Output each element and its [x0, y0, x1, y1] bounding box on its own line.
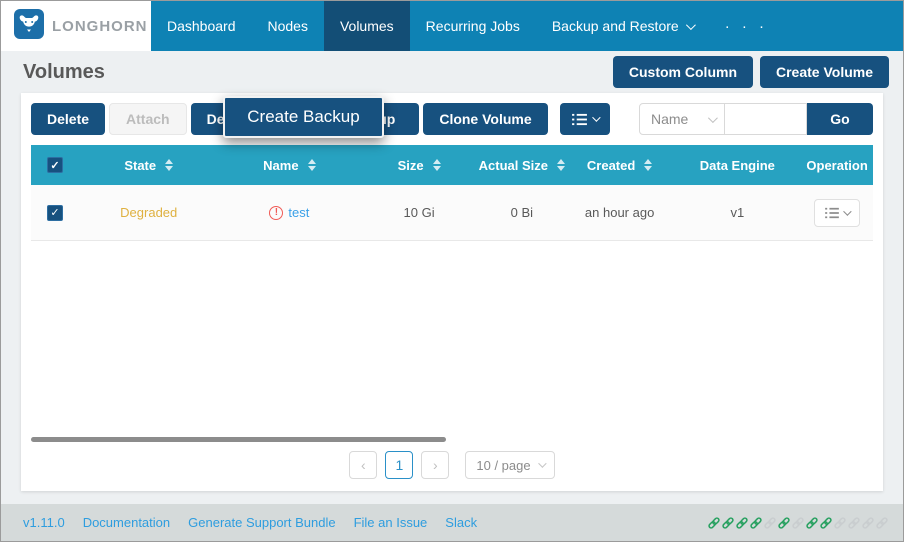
sort-icon[interactable] [557, 159, 565, 171]
page-size-select[interactable]: 10 / page [465, 451, 554, 479]
volume-actual-size: 0 Bi [478, 205, 566, 220]
volume-toolbar: Delete Attach Detach Create Backup Clone… [21, 93, 883, 145]
page-1-button[interactable]: 1 [385, 451, 413, 479]
nav-menu: Dashboard Nodes Volumes Recurring Jobs B… [151, 1, 784, 51]
chain-link-icon [791, 516, 805, 530]
row-checkbox[interactable]: ✓ [47, 205, 63, 221]
sort-icon[interactable] [644, 159, 652, 171]
footer: v1.11.0 Documentation Generate Support B… [1, 504, 903, 541]
volumes-table: ✓ State Name Size Actual Size [31, 145, 873, 241]
nav-item-nodes[interactable]: Nodes [252, 1, 324, 51]
clone-volume-button[interactable]: Clone Volume [423, 103, 547, 135]
chain-link-icon [847, 516, 861, 530]
search-group: Name Go [639, 103, 873, 135]
row-operation-dropdown[interactable] [814, 199, 860, 227]
nav-item-recurring-jobs[interactable]: Recurring Jobs [410, 1, 536, 51]
generate-support-bundle-link[interactable]: Generate Support Bundle [188, 515, 335, 530]
column-header-state[interactable]: State [79, 158, 219, 173]
table-row: ✓ Degraded ! test 10 Gi 0 Bi an hour ago… [31, 185, 873, 241]
warning-icon: ! [269, 206, 283, 220]
unordered-list-icon [572, 113, 587, 126]
volume-name-link[interactable]: test [288, 205, 309, 220]
column-header-operation: Operation [801, 158, 873, 173]
chain-link-icon [805, 516, 819, 530]
search-input[interactable] [725, 103, 807, 135]
volume-size: 10 Gi [360, 205, 478, 220]
search-go-button[interactable]: Go [807, 103, 873, 135]
sort-icon[interactable] [165, 159, 173, 171]
volumes-card: Delete Attach Detach Create Backup Clone… [21, 93, 883, 491]
search-field-select[interactable]: Name [639, 103, 725, 135]
column-header-actual-size[interactable]: Actual Size [478, 158, 566, 173]
more-actions-dropdown[interactable] [560, 103, 610, 135]
chevron-down-icon [708, 113, 718, 123]
chevron-down-icon [592, 113, 600, 121]
chain-link-icon [833, 516, 847, 530]
chain-link-icon [777, 516, 791, 530]
custom-column-button[interactable]: Custom Column [613, 56, 753, 88]
chain-link-icon [861, 516, 875, 530]
column-header-name[interactable]: Name [219, 158, 361, 173]
longhorn-app-window: LONGHORN Dashboard Nodes Volumes Recurri… [0, 0, 904, 542]
volume-created: an hour ago [566, 205, 674, 220]
delete-button[interactable]: Delete [31, 103, 105, 135]
sort-icon[interactable] [308, 159, 316, 171]
chain-link-icon [721, 516, 735, 530]
volume-state: Degraded [79, 205, 219, 220]
slack-link[interactable]: Slack [445, 515, 477, 530]
column-header-data-engine: Data Engine [673, 158, 801, 173]
longhorn-bull-icon [14, 9, 44, 44]
chain-link-icon [763, 516, 777, 530]
create-volume-button[interactable]: Create Volume [760, 56, 889, 88]
table-header-row: ✓ State Name Size Actual Size [31, 145, 873, 185]
next-page-button[interactable]: › [421, 451, 449, 479]
nav-item-volumes[interactable]: Volumes [324, 1, 410, 51]
documentation-link[interactable]: Documentation [83, 515, 170, 530]
chain-link-icon [819, 516, 833, 530]
chevron-down-icon [538, 459, 546, 467]
file-an-issue-link[interactable]: File an Issue [354, 515, 428, 530]
version-link[interactable]: v1.11.0 [23, 515, 65, 530]
select-all-checkbox[interactable]: ✓ [47, 157, 63, 173]
chevron-down-icon [843, 207, 851, 215]
horizontal-scrollbar[interactable] [31, 437, 446, 442]
chevron-down-icon [686, 20, 696, 30]
nav-item-more[interactable]: · · · [709, 1, 784, 51]
longhorn-logo[interactable]: LONGHORN [1, 1, 151, 51]
volume-data-engine: v1 [673, 205, 801, 220]
page-title: Volumes [23, 61, 613, 84]
column-header-created[interactable]: Created [566, 158, 674, 173]
pagination: ‹ 1 › 10 / page [21, 451, 883, 479]
chain-link-icon [707, 516, 721, 530]
brand-name: LONGHORN [52, 18, 148, 35]
top-navbar: LONGHORN Dashboard Nodes Volumes Recurri… [1, 1, 903, 51]
attach-button[interactable]: Attach [109, 103, 187, 135]
instance-links [707, 516, 889, 530]
create-backup-click-overlay[interactable]: Create Backup [223, 96, 384, 138]
chain-link-icon [875, 516, 889, 530]
page-header: Volumes Custom Column Create Volume [1, 51, 903, 93]
chain-link-icon [735, 516, 749, 530]
nav-item-dashboard[interactable]: Dashboard [151, 1, 252, 51]
nav-item-backup-and-restore[interactable]: Backup and Restore [536, 1, 709, 51]
prev-page-button[interactable]: ‹ [349, 451, 377, 479]
chain-link-icon [749, 516, 763, 530]
column-header-size[interactable]: Size [360, 158, 478, 173]
unordered-list-icon [825, 207, 839, 219]
sort-icon[interactable] [433, 159, 441, 171]
